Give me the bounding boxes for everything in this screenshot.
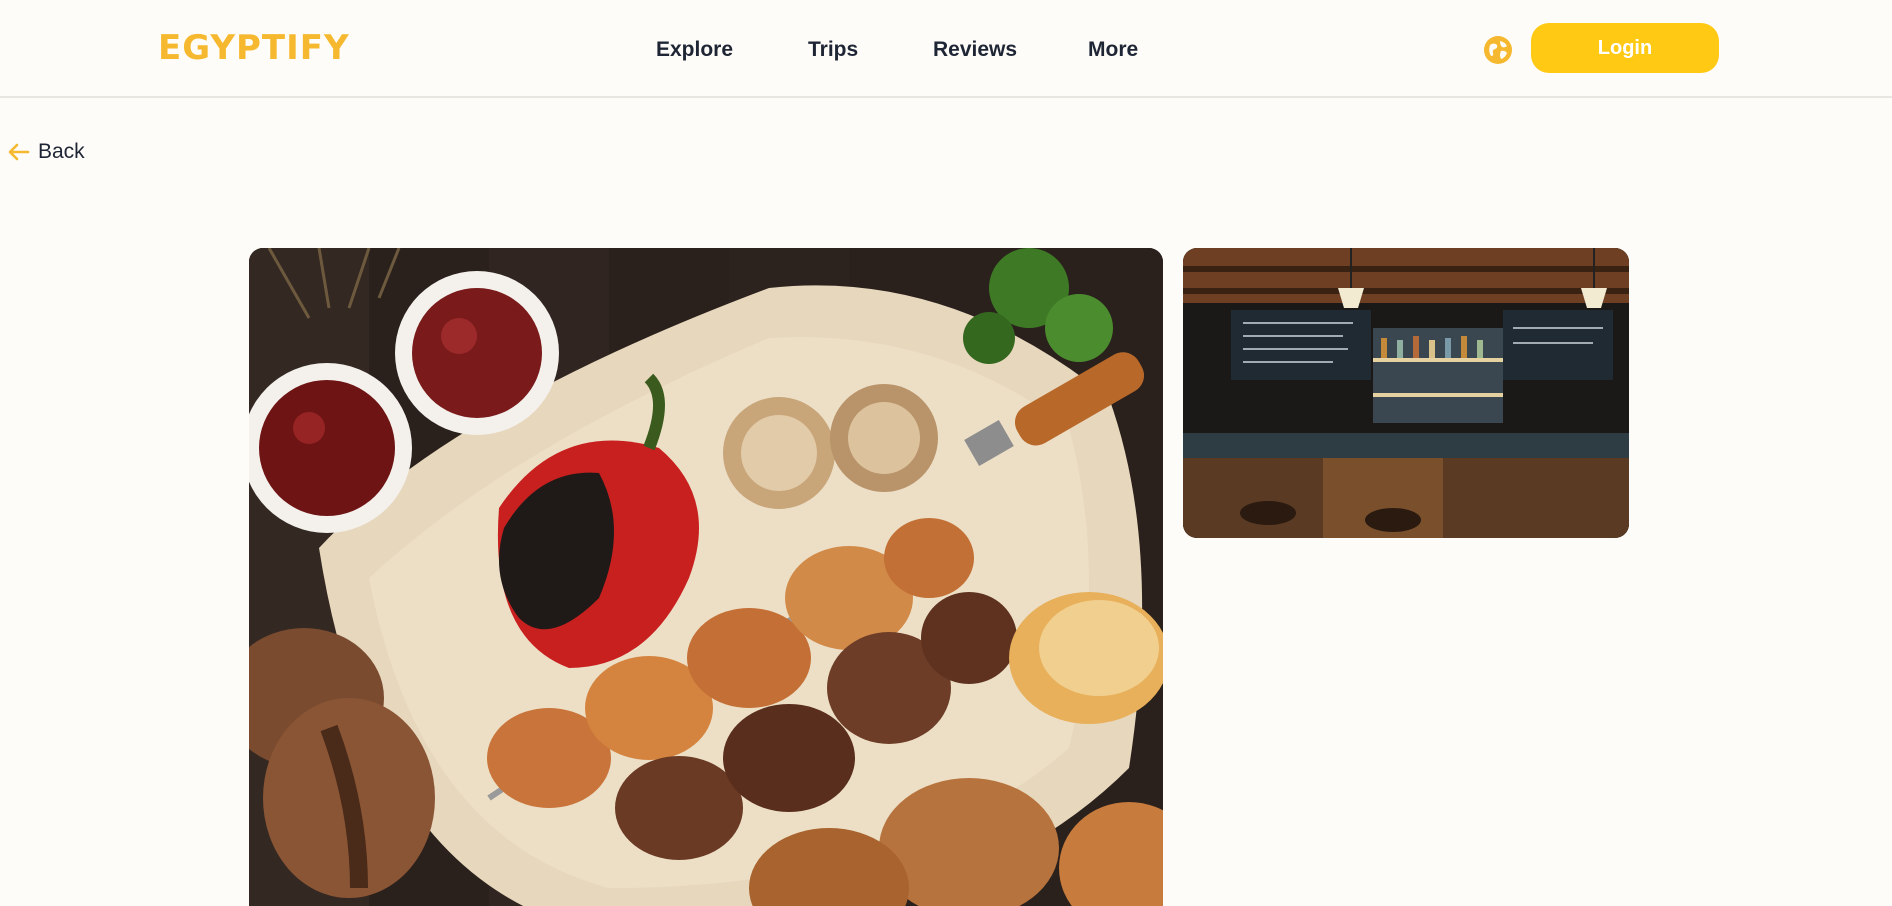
page: EGYPTIFY Explore Trips Reviews More Logi…	[0, 0, 1892, 906]
back-label: Back	[38, 140, 85, 163]
nav-trips[interactable]: Trips	[808, 38, 858, 62]
arrow-left-icon	[8, 143, 30, 161]
main-gallery-image[interactable]	[249, 248, 1163, 906]
nav-more[interactable]: More	[1088, 38, 1138, 62]
top-navbar: EGYPTIFY Explore Trips Reviews More Logi…	[0, 0, 1892, 98]
side-gallery-image[interactable]	[1183, 248, 1629, 538]
egyptify-logo[interactable]: EGYPTIFY	[158, 28, 350, 68]
nav-explore[interactable]: Explore	[656, 38, 733, 62]
back-link[interactable]: Back	[8, 140, 85, 164]
logo-text: EGYPTIFY	[158, 28, 350, 68]
globe-icon[interactable]	[1484, 36, 1512, 64]
login-button[interactable]: Login	[1531, 23, 1719, 73]
nav-reviews[interactable]: Reviews	[933, 38, 1017, 62]
